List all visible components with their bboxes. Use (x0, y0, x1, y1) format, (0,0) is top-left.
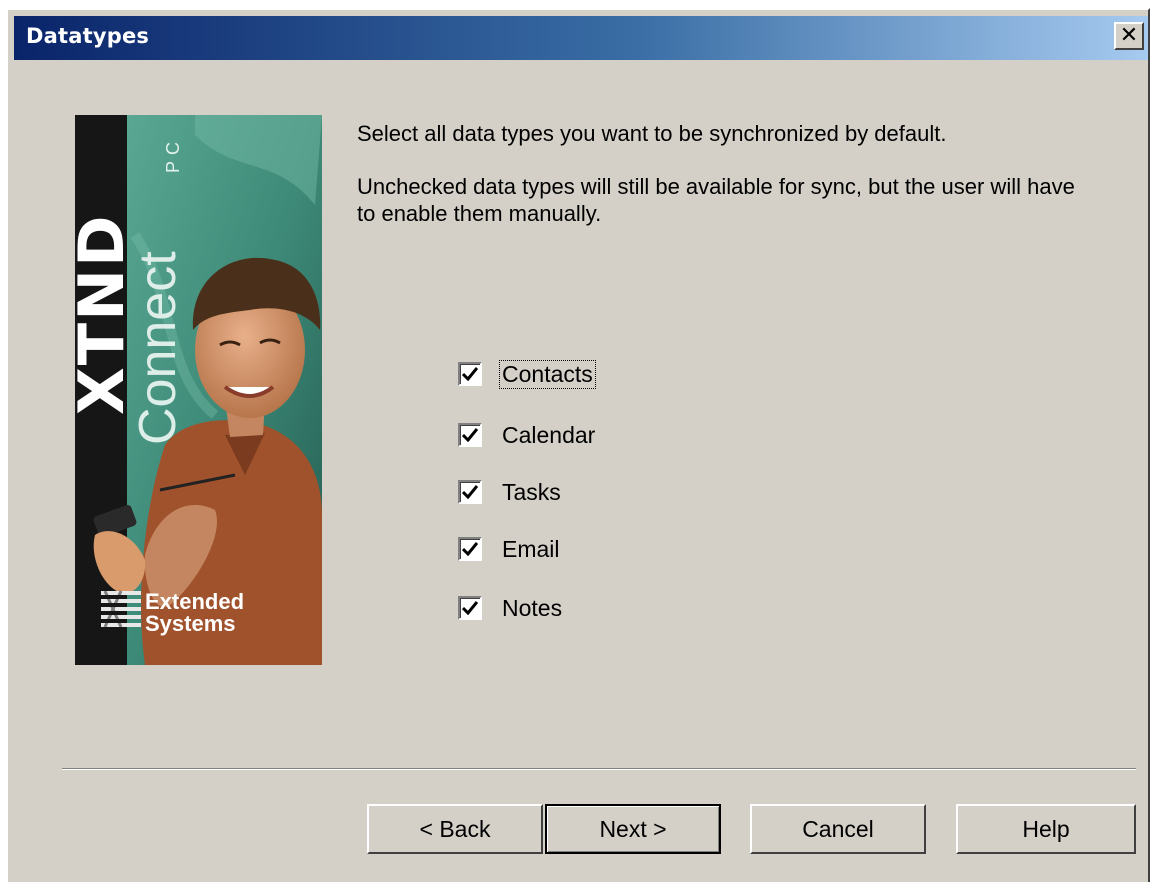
checkbox-label: Calendar (502, 421, 596, 448)
instructions: Select all data types you want to be syn… (357, 120, 1077, 253)
window-title: Datatypes (26, 24, 150, 48)
checkbox-label: Notes (502, 594, 563, 621)
checkbox-label: Contacts (499, 359, 596, 389)
close-icon: ✕ (1119, 23, 1139, 48)
svg-text:Systems: Systems (145, 611, 236, 636)
checkbox-box[interactable] (458, 537, 482, 561)
pc-logo: PC (163, 136, 183, 173)
checkbox-box[interactable] (458, 423, 482, 447)
checkbox-calendar[interactable]: Calendar (458, 419, 597, 451)
help-button[interactable]: Help (956, 804, 1136, 854)
checkbox-box[interactable] (458, 362, 482, 386)
cancel-button[interactable]: Cancel (750, 804, 926, 854)
checkmark-icon (462, 485, 478, 499)
checkmark-icon (462, 428, 478, 442)
button-separator (62, 768, 1136, 770)
checkbox-notes[interactable]: Notes (458, 592, 564, 624)
connect-logo: Connect (129, 251, 187, 445)
checkbox-tasks[interactable]: Tasks (458, 476, 563, 508)
checkmark-icon (462, 367, 478, 381)
checkbox-box[interactable] (458, 480, 482, 504)
banner-art: XTND Connect PC Extended Systems (75, 115, 322, 665)
xtnd-connect-banner: XTND Connect PC Extended Systems (75, 115, 322, 665)
svg-text:Connect: Connect (129, 251, 187, 445)
close-button[interactable]: ✕ (1114, 22, 1144, 50)
checkbox-email[interactable]: Email (458, 533, 562, 565)
checkbox-label: Email (502, 535, 560, 562)
checkbox-box[interactable] (458, 596, 482, 620)
checkmark-icon (462, 601, 478, 615)
checkmark-icon (462, 542, 478, 556)
checkbox-label: Tasks (502, 478, 561, 505)
next-button[interactable]: Next > (545, 804, 721, 854)
title-bar[interactable]: Datatypes ✕ (14, 16, 1148, 60)
instruction-line-1: Select all data types you want to be syn… (357, 121, 947, 146)
svg-text:PC: PC (163, 136, 183, 173)
instruction-line-2: Unchecked data types will still be avail… (357, 174, 1075, 226)
checkbox-contacts[interactable]: Contacts (458, 358, 596, 390)
back-button[interactable]: < Back (367, 804, 543, 854)
